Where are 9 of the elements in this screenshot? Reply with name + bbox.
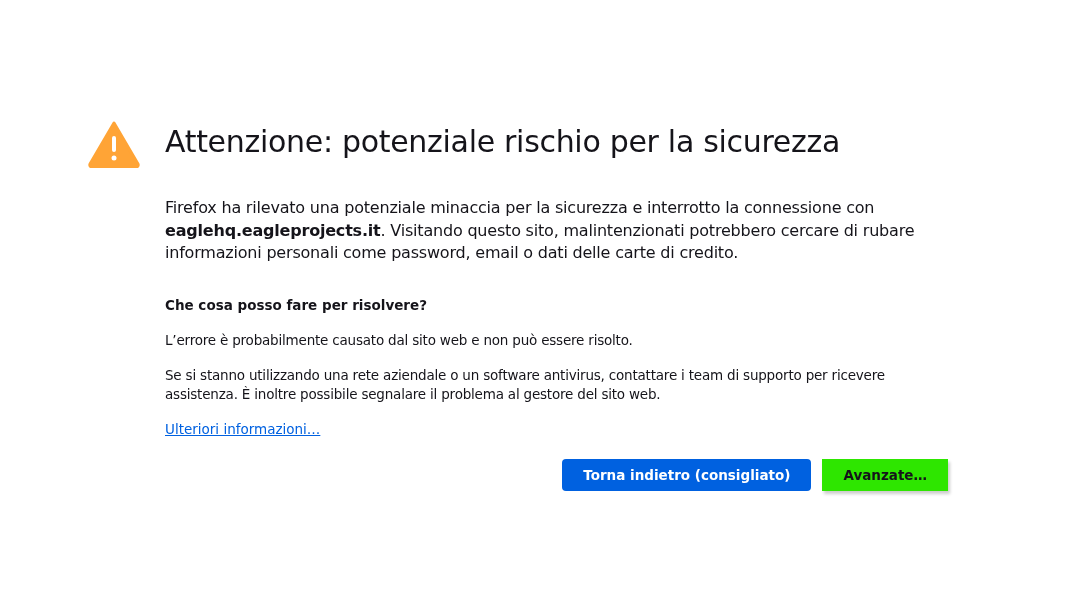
advanced-button[interactable]: Avanzate… <box>822 459 948 491</box>
page-title: Attenzione: potenziale rischio per la sicurezza <box>165 123 841 161</box>
warning-icon <box>88 120 140 168</box>
go-back-button[interactable]: Torna indietro (consigliato) <box>562 459 812 491</box>
help-paragraph: L’errore è probabilmente causato dal sito web e non può essere risolto. <box>165 330 634 350</box>
learn-more-link[interactable]: Ulteriori informazioni… <box>165 418 321 439</box>
help-paragraph: Se si stanno utilizzando una rete aziendale o un software antivirus, contattare i team di supporto per ricevere assistenza. È inoltre possibile segnalare il problema al gestore del sito web. <box>165 365 886 404</box>
intro-paragraph: Firefox ha rilevato una potenziale minaccia per la sicurezza e interrotto la connessione con eaglehq.eagleprojects.it. Visitando questo sito, malintenzionati potrebbero cercare di rubare informazioni personali come password, email o dati delle carte di credito. <box>165 197 916 264</box>
section-heading: Che cosa posso fare per risolvere? <box>165 295 428 315</box>
